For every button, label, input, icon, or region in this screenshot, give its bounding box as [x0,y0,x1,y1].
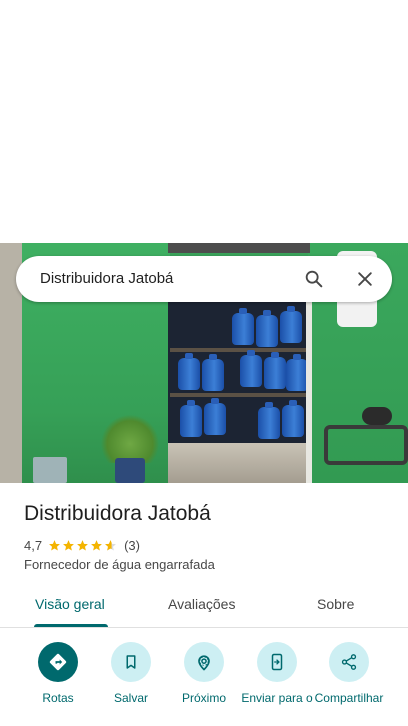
place-title: Distribuidora Jatobá [24,502,211,525]
share-button[interactable]: Compartilhar [311,642,387,706]
tab-overview[interactable]: Visão geral [35,596,105,612]
rating-value: 4,7 [24,537,43,553]
nearby-icon [198,655,210,671]
send-to-phone-label: Enviar para o [241,691,313,705]
clear-search-button[interactable] [349,263,381,295]
share-icon [341,654,357,670]
rating-row[interactable]: 4,7 (3) [24,537,140,553]
tab-about[interactable]: Sobre [317,596,354,612]
place-category: Fornecedor de água engarrafada [24,557,215,572]
nearby-label: Próximo [181,691,226,705]
star-icon [49,539,60,551]
send-to-phone-button[interactable]: Enviar para o [239,642,315,706]
directions-icon [49,653,67,671]
tab-bar: Visão geral Avaliações Sobre [0,584,408,628]
save-label: Salvar [113,691,148,705]
directions-label: Rotas [42,691,74,705]
search-query[interactable]: Distribuidora Jatobá [40,270,173,287]
save-button[interactable]: Salvar [93,642,169,706]
rating-stars [48,539,118,552]
send-to-phone-icon [271,653,283,671]
blank-area [0,0,408,243]
search-icon [305,270,323,288]
nearby-button[interactable]: Próximo [166,642,242,706]
star-icon [91,539,102,551]
star-icon [63,539,74,551]
search-bar[interactable]: Distribuidora Jatobá [16,256,392,302]
share-label: Compartilhar [314,691,384,705]
active-tab-indicator [34,624,108,627]
review-count[interactable]: (3) [124,538,140,553]
search-button[interactable] [298,263,330,295]
close-icon [358,272,372,286]
bookmark-icon [126,655,136,669]
tab-reviews[interactable]: Avaliações [168,596,235,612]
star-icon [77,539,88,551]
star-half-icon [105,539,116,551]
directions-button[interactable]: Rotas [20,642,96,706]
